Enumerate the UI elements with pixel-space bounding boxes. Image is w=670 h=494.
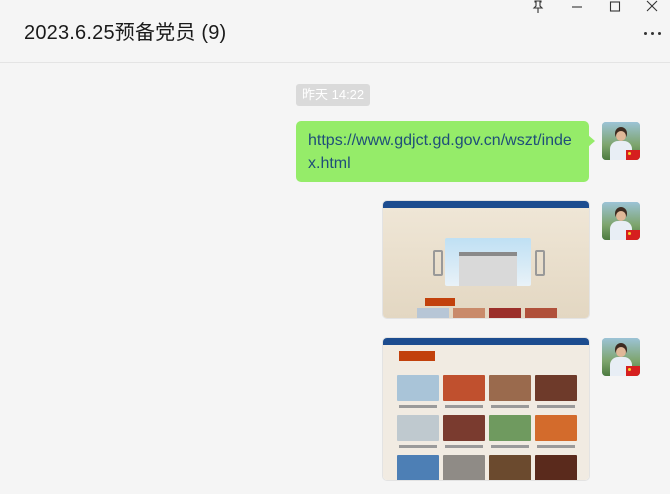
more-icon[interactable] [642,24,662,42]
avatar[interactable] [602,338,640,376]
image-message-webpage-screenshot[interactable] [383,338,589,480]
chat-title: 2023.6.25预备党员 (9) [24,22,227,44]
minimize-icon[interactable] [570,0,590,14]
close-icon[interactable] [645,0,665,14]
maximize-icon[interactable] [608,0,628,14]
chat-header: 2023.6.25预备党员 (9) [0,0,670,63]
flag-icon [626,230,640,240]
building-photo [445,238,531,286]
flag-icon [626,366,640,376]
link-message-bubble[interactable]: https://www.gdjct.gd.gov.cn/wszt/index.h… [296,121,595,182]
pin-icon[interactable] [531,0,551,14]
avatar[interactable] [602,202,640,240]
flag-icon [626,150,640,160]
image-message-webpage-screenshot[interactable] [383,201,589,318]
avatar[interactable] [602,122,640,160]
banner-graphic [449,213,523,233]
message-timestamp: 昨天 14:22 [296,84,371,106]
